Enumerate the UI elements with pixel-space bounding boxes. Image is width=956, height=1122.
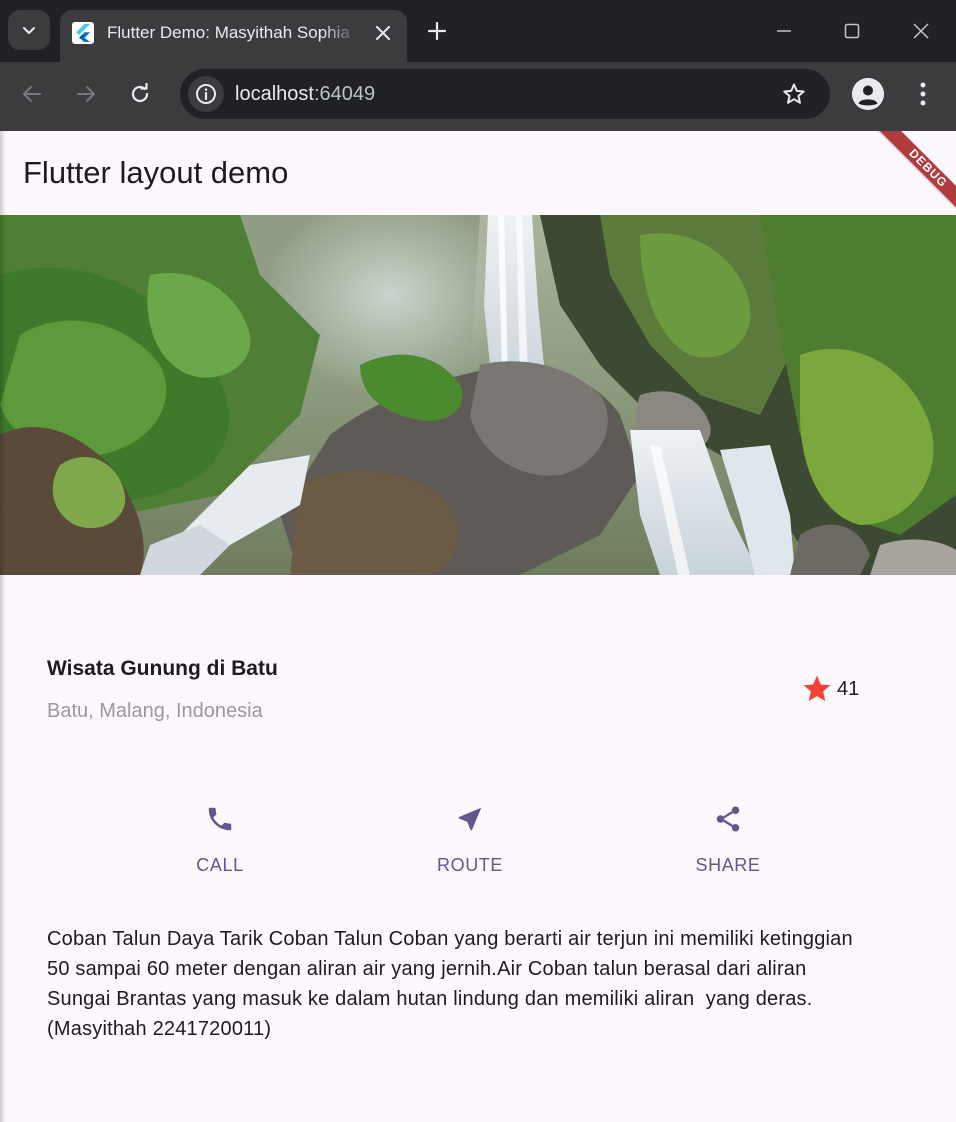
tab-search-button[interactable] <box>8 10 50 50</box>
browser-chrome: Flutter Demo: Masyithah Sophia localhost… <box>0 0 956 131</box>
site-info-button[interactable] <box>188 76 224 112</box>
tab-close-button[interactable] <box>370 20 396 46</box>
share-button[interactable]: SHARE <box>668 801 788 881</box>
close-icon <box>913 23 929 39</box>
address-bar[interactable]: localhost:64049 <box>180 69 830 119</box>
reload-icon <box>131 83 149 103</box>
arrow-right-icon <box>77 86 95 102</box>
maximize-button[interactable] <box>829 12 875 50</box>
share-icon <box>712 803 744 835</box>
app-viewport: Flutter layout demo DEBUG Wisata Gunung … <box>0 131 956 1122</box>
window-close-button[interactable] <box>898 12 944 50</box>
chevron-down-icon <box>23 27 35 34</box>
browser-toolbar: localhost:64049 <box>0 62 956 131</box>
tab-strip: Flutter Demo: Masyithah Sophia <box>0 0 956 62</box>
flutter-favicon-icon <box>72 22 94 44</box>
arrow-left-icon <box>23 86 41 102</box>
page-title: Flutter layout demo <box>23 155 289 190</box>
call-label: CALL <box>196 855 244 875</box>
browser-menu-button[interactable] <box>906 76 940 112</box>
back-button[interactable] <box>12 74 52 114</box>
rating: 41 <box>801 673 859 705</box>
info-icon <box>196 84 216 104</box>
app-bar: Flutter layout demo <box>0 131 956 215</box>
share-label: SHARE <box>695 855 761 875</box>
place-location: Batu, Malang, Indonesia <box>47 700 263 722</box>
star-outline-icon <box>783 83 805 104</box>
new-tab-button[interactable] <box>420 14 454 48</box>
rating-count: 41 <box>837 677 860 700</box>
phone-icon <box>204 803 236 835</box>
minimize-icon <box>777 30 791 32</box>
waterfall-image <box>0 215 956 575</box>
more-vert-icon <box>920 82 926 106</box>
person-icon <box>852 78 884 110</box>
call-button[interactable]: CALL <box>160 801 280 881</box>
close-icon <box>376 26 390 40</box>
plus-icon <box>428 22 446 40</box>
minimize-button[interactable] <box>761 12 807 50</box>
forward-button[interactable] <box>66 74 106 114</box>
place-name: Wisata Gunung di Batu <box>47 657 278 680</box>
profile-avatar-button[interactable] <box>852 78 884 110</box>
button-section: CALL ROUTE SHARE <box>0 801 956 881</box>
star-icon <box>803 675 831 701</box>
url-port: :64049 <box>313 83 376 105</box>
tab-title: Flutter Demo: Masyithah Sophia <box>107 23 350 42</box>
description-text: Coban Talun Daya Tarik Coban Talun Coban… <box>47 928 853 1040</box>
window-edge-shadow <box>0 131 6 1122</box>
url-host: localhost <box>235 83 314 105</box>
route-button[interactable]: ROUTE <box>410 801 530 881</box>
maximize-icon <box>844 23 860 39</box>
title-section: Wisata Gunung di Batu Batu, Malang, Indo… <box>47 655 907 725</box>
near-me-icon <box>454 803 486 835</box>
route-label: ROUTE <box>437 855 503 875</box>
url-text: localhost:64049 <box>235 82 375 106</box>
bookmark-button[interactable] <box>778 78 810 110</box>
browser-tab[interactable]: Flutter Demo: Masyithah Sophia <box>60 10 407 62</box>
reload-button[interactable] <box>120 74 160 114</box>
